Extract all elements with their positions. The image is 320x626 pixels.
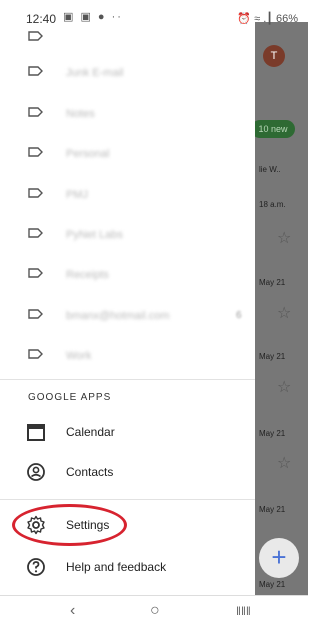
nav-label: Help and feedback: [66, 560, 167, 574]
email-time: 18 a.m.: [259, 200, 286, 209]
label-icon: [28, 107, 43, 117]
home-button[interactable]: ○: [150, 602, 160, 620]
nav-label: Calendar: [66, 425, 115, 439]
new-mail-badge: 10 new: [255, 120, 295, 138]
nav-contacts[interactable]: Contacts: [0, 452, 255, 492]
nav-calendar[interactable]: Calendar: [0, 412, 255, 452]
email-time: May 21: [259, 580, 286, 589]
navigation-drawer: Junk E-mail Notes Personal PMJ PyNet Lab…: [0, 0, 255, 595]
email-snippet: lie W..: [259, 165, 281, 174]
label-icon: [28, 309, 43, 319]
label-item[interactable]: PMJ: [0, 175, 255, 215]
notification-icons: ▣ ▣ ● ··: [63, 11, 123, 23]
section-title: GOOGLE APPS: [28, 392, 112, 403]
account-avatar[interactable]: T: [263, 45, 285, 67]
email-time: May 21: [259, 352, 286, 361]
label-item[interactable]: PyNet Labs: [0, 215, 255, 255]
star-icon[interactable]: ☆: [277, 303, 291, 323]
email-time: May 21: [259, 505, 286, 514]
label-item[interactable]: Work: [0, 336, 255, 376]
label-item[interactable]: Receipts: [0, 255, 255, 295]
status-time: 12:40: [26, 12, 57, 26]
label-item[interactable]: Personal: [0, 134, 255, 174]
label-icon: [28, 268, 43, 278]
label-name: Junk E-mail: [66, 67, 124, 79]
contacts-icon: [27, 463, 45, 481]
label-name: PMJ: [66, 189, 88, 201]
label-icon: [28, 228, 43, 238]
label-item[interactable]: Junk E-mail: [0, 53, 255, 93]
status-bar: 12:40 ▣ ▣ ● ·· ⏰ ≈ .┃ 66%: [0, 0, 308, 26]
star-icon[interactable]: ☆: [277, 453, 291, 473]
label-icon: [28, 349, 43, 359]
email-time: May 21: [259, 429, 286, 438]
label-name: Work: [66, 350, 92, 362]
label-item[interactable]: bmanx@hotmail.com 6: [0, 296, 255, 336]
back-button[interactable]: ‹: [70, 602, 75, 620]
nav-help-feedback[interactable]: Help and feedback: [0, 547, 255, 587]
label-name: Notes: [66, 108, 95, 120]
label-name: bmanx@hotmail.com: [66, 310, 170, 322]
status-indicators: ⏰ ≈ .┃ 66%: [237, 13, 298, 25]
label-name: Receipts: [66, 269, 109, 281]
help-icon: [27, 558, 45, 576]
unread-count: 6: [236, 310, 242, 321]
label-icon: [28, 147, 43, 157]
star-icon[interactable]: ☆: [277, 228, 291, 248]
label-name: PyNet Labs: [66, 229, 123, 241]
email-time: May 21: [259, 278, 286, 287]
label-icon: [28, 31, 43, 41]
highlight-oval: [12, 504, 127, 546]
compose-button[interactable]: +: [259, 538, 299, 578]
divider: [0, 379, 255, 380]
calendar-icon: [27, 424, 45, 441]
background-inbox: T 10 new lie W.. 18 a.m. ☆ May 21 ☆ May …: [255, 0, 308, 595]
label-icon: [28, 188, 43, 198]
star-icon[interactable]: ☆: [277, 377, 291, 397]
system-navigation-bar: ‹ ○ ‖‖‖: [0, 595, 308, 626]
label-item[interactable]: Notes: [0, 94, 255, 134]
nav-label: Contacts: [66, 465, 114, 479]
label-icon: [28, 66, 43, 76]
label-name: Personal: [66, 148, 110, 160]
recents-button[interactable]: ‖‖‖: [236, 604, 251, 618]
divider: [0, 499, 255, 500]
